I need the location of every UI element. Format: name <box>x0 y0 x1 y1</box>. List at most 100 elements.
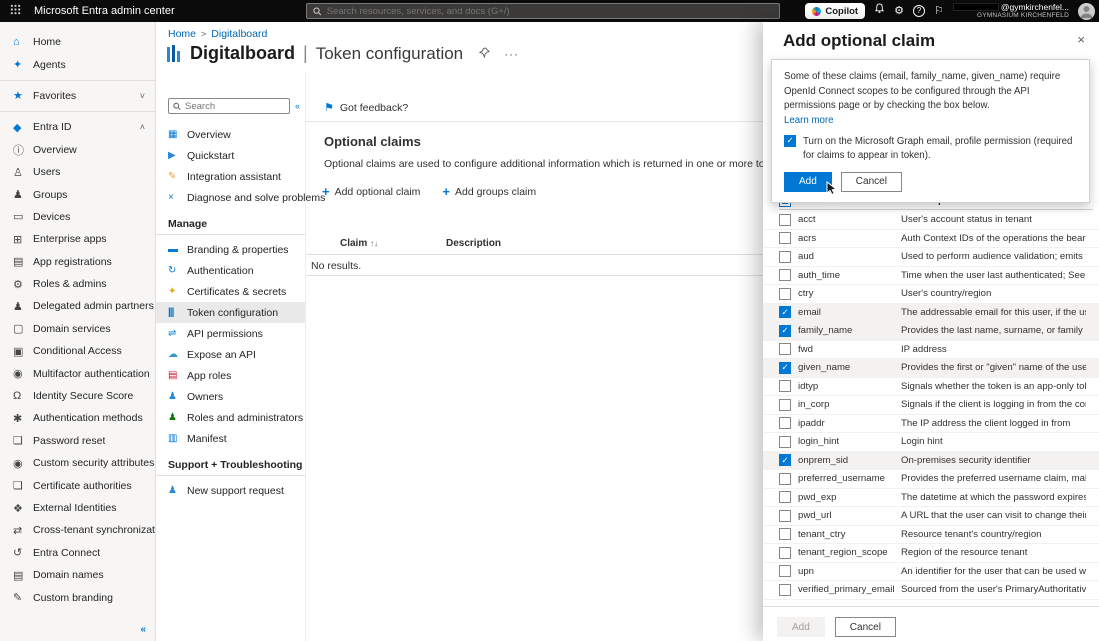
claim-row-ipaddr[interactable]: ipaddrThe IP address the client logged i… <box>763 415 1099 434</box>
sidebar-item-certificate-authorities[interactable]: ❏Certificate authorities <box>0 474 155 496</box>
graph-permission-checkbox[interactable] <box>784 135 796 147</box>
menu-item-branding-properties[interactable]: ▬Branding & properties <box>156 239 305 260</box>
claim-checkbox[interactable] <box>779 251 791 263</box>
menu-item-certificates-secrets[interactable]: ✦Certificates & secrets <box>156 281 305 302</box>
claim-row-login_hint[interactable]: login_hintLogin hint <box>763 433 1099 452</box>
global-search[interactable] <box>306 3 780 19</box>
claim-row-preferred_username[interactable]: preferred_usernameProvides the preferred… <box>763 470 1099 489</box>
claim-checkbox[interactable] <box>779 288 791 300</box>
menu-item-new-support-request[interactable]: ♟New support request <box>156 480 305 501</box>
menu-item-manifest[interactable]: ▥Manifest <box>156 428 305 449</box>
claim-checkbox[interactable] <box>779 473 791 485</box>
learn-more-link[interactable]: Learn more <box>784 115 834 126</box>
claim-row-verified_primary_email[interactable]: verified_primary_emailSourced from the u… <box>763 581 1099 600</box>
sidebar-item-external-identities[interactable]: ❖External Identities <box>0 497 155 519</box>
claim-checkbox[interactable] <box>779 584 791 596</box>
global-search-input[interactable] <box>327 6 773 17</box>
claim-checkbox[interactable] <box>779 362 791 374</box>
sidebar-item-identity-secure-score[interactable]: ΩIdentity Secure Score <box>0 385 155 407</box>
account-menu[interactable]: @gymkirchenfel... GYMNASIUM KIRCHENFELD <box>953 3 1069 19</box>
more-options-icon[interactable]: ··· <box>504 47 519 61</box>
sidebar-item-password-reset[interactable]: ❏Password reset <box>0 430 155 452</box>
claim-checkbox[interactable] <box>779 343 791 355</box>
claim-row-upn[interactable]: upnAn identifier for the user that can b… <box>763 563 1099 582</box>
sidebar-item-roles-admins[interactable]: ⚙Roles & admins <box>0 273 155 295</box>
menu-item-diagnose-and-solve-problems[interactable]: ×Diagnose and solve problems <box>156 187 305 208</box>
menu-search-box[interactable] <box>168 98 290 114</box>
claim-row-in_corp[interactable]: in_corpSignals if the client is logging … <box>763 396 1099 415</box>
claim-row-idtyp[interactable]: idtypSignals whether the token is an app… <box>763 378 1099 397</box>
collapse-sidebar-button[interactable]: « <box>140 624 146 635</box>
claim-row-ctry[interactable]: ctryUser's country/region <box>763 285 1099 304</box>
claim-checkbox[interactable] <box>779 547 791 559</box>
help-icon[interactable]: ? <box>913 5 925 17</box>
menu-item-roles-and-administrators[interactable]: ♟Roles and administrators <box>156 407 305 428</box>
claim-row-acrs[interactable]: acrsAuth Context IDs of the operations t… <box>763 230 1099 249</box>
panel-cancel-button[interactable]: Cancel <box>835 617 896 637</box>
claim-checkbox[interactable] <box>779 565 791 577</box>
feedback-icon[interactable]: ⚐ <box>934 0 944 22</box>
claim-row-pwd_url[interactable]: pwd_urlA URL that the user can visit to … <box>763 507 1099 526</box>
menu-item-token-configuration[interactable]: |||Token configuration <box>156 302 305 323</box>
add-groups-claim-button[interactable]: + Add groups claim <box>442 184 536 199</box>
claim-row-tenant_ctry[interactable]: tenant_ctryResource tenant's country/reg… <box>763 526 1099 545</box>
sidebar-item-domain-services[interactable]: ▢Domain services <box>0 318 155 340</box>
breadcrumb-home[interactable]: Home <box>168 28 196 40</box>
sidebar-item-authentication-methods[interactable]: ✱Authentication methods <box>0 407 155 429</box>
sidebar-item-groups[interactable]: ♟Groups <box>0 183 155 205</box>
claim-row-family_name[interactable]: family_nameProvides the last name, surna… <box>763 322 1099 341</box>
waffle-icon[interactable] <box>0 4 30 18</box>
sidebar-item-devices[interactable]: ▭Devices <box>0 206 155 228</box>
menu-item-quickstart[interactable]: ▶Quickstart <box>156 145 305 166</box>
sidebar-item-agents[interactable]: ✦Agents <box>0 53 155 75</box>
dialog-cancel-button[interactable]: Cancel <box>841 172 902 192</box>
menu-item-app-roles[interactable]: ▤App roles <box>156 365 305 386</box>
menu-item-integration-assistant[interactable]: ✎Integration assistant <box>156 166 305 187</box>
menu-item-overview[interactable]: ▦Overview <box>156 124 305 145</box>
panel-add-button[interactable]: Add <box>777 617 825 637</box>
claim-checkbox[interactable] <box>779 436 791 448</box>
claim-checkbox[interactable] <box>779 510 791 522</box>
add-optional-claim-button[interactable]: + Add optional claim <box>322 184 420 199</box>
sidebar-item-favorites[interactable]: ★Favorites˅ <box>0 85 155 107</box>
menu-item-authentication[interactable]: ↻Authentication <box>156 260 305 281</box>
collapse-menu-button[interactable]: « <box>295 101 300 111</box>
claim-row-tenant_region_scope[interactable]: tenant_region_scopeRegion of the resourc… <box>763 544 1099 563</box>
claim-row-acct[interactable]: acctUser's account status in tenant <box>763 211 1099 230</box>
claim-checkbox[interactable] <box>779 380 791 392</box>
claim-checkbox[interactable] <box>779 399 791 411</box>
sidebar-item-users[interactable]: ♙Users <box>0 161 155 183</box>
notifications-bell-icon[interactable] <box>874 0 885 22</box>
sidebar-item-app-registrations[interactable]: ▤App registrations <box>0 251 155 273</box>
column-claim[interactable]: Claim ↑↓ <box>340 238 378 249</box>
claim-row-onprem_sid[interactable]: onprem_sidOn-premises security identifie… <box>763 452 1099 471</box>
menu-item-owners[interactable]: ♟Owners <box>156 386 305 407</box>
claim-checkbox[interactable] <box>779 528 791 540</box>
menu-item-api-permissions[interactable]: ⇌API permissions <box>156 323 305 344</box>
sidebar-item-cross-tenant-synchronization[interactable]: ⇄Cross-tenant synchronization <box>0 519 155 541</box>
menu-search-input[interactable] <box>185 101 285 112</box>
claim-checkbox[interactable] <box>779 417 791 429</box>
sidebar-item-custom-branding[interactable]: ✎Custom branding <box>0 586 155 608</box>
claim-checkbox[interactable] <box>779 491 791 503</box>
claim-row-auth_time[interactable]: auth_timeTime when the user last authent… <box>763 267 1099 286</box>
claim-row-aud[interactable]: audUsed to perform audience validation; … <box>763 248 1099 267</box>
sidebar-item-entra-id[interactable]: ◆Entra ID˄ <box>0 116 155 138</box>
claim-checkbox[interactable] <box>779 325 791 337</box>
sidebar-item-home[interactable]: ⌂Home <box>0 31 155 53</box>
claim-row-pwd_exp[interactable]: pwd_expThe datetime at which the passwor… <box>763 489 1099 508</box>
claim-checkbox[interactable] <box>779 306 791 318</box>
got-feedback-button[interactable]: Got feedback? <box>340 102 408 114</box>
claim-row-given_name[interactable]: given_nameProvides the first or "given" … <box>763 359 1099 378</box>
copilot-button[interactable]: Copilot <box>805 3 865 19</box>
claim-checkbox[interactable] <box>779 214 791 226</box>
sidebar-item-enterprise-apps[interactable]: ⊞Enterprise apps <box>0 228 155 250</box>
sidebar-item-custom-security-attributes[interactable]: ◉Custom security attributes <box>0 452 155 474</box>
sidebar-item-entra-connect[interactable]: ↺Entra Connect <box>0 542 155 564</box>
claim-checkbox[interactable] <box>779 232 791 244</box>
claim-checkbox[interactable] <box>779 454 791 466</box>
dialog-add-button[interactable]: Add <box>784 172 832 192</box>
pin-icon[interactable] <box>479 47 490 61</box>
claim-row-fwd[interactable]: fwdIP address <box>763 341 1099 360</box>
close-icon[interactable]: × <box>1077 32 1085 47</box>
